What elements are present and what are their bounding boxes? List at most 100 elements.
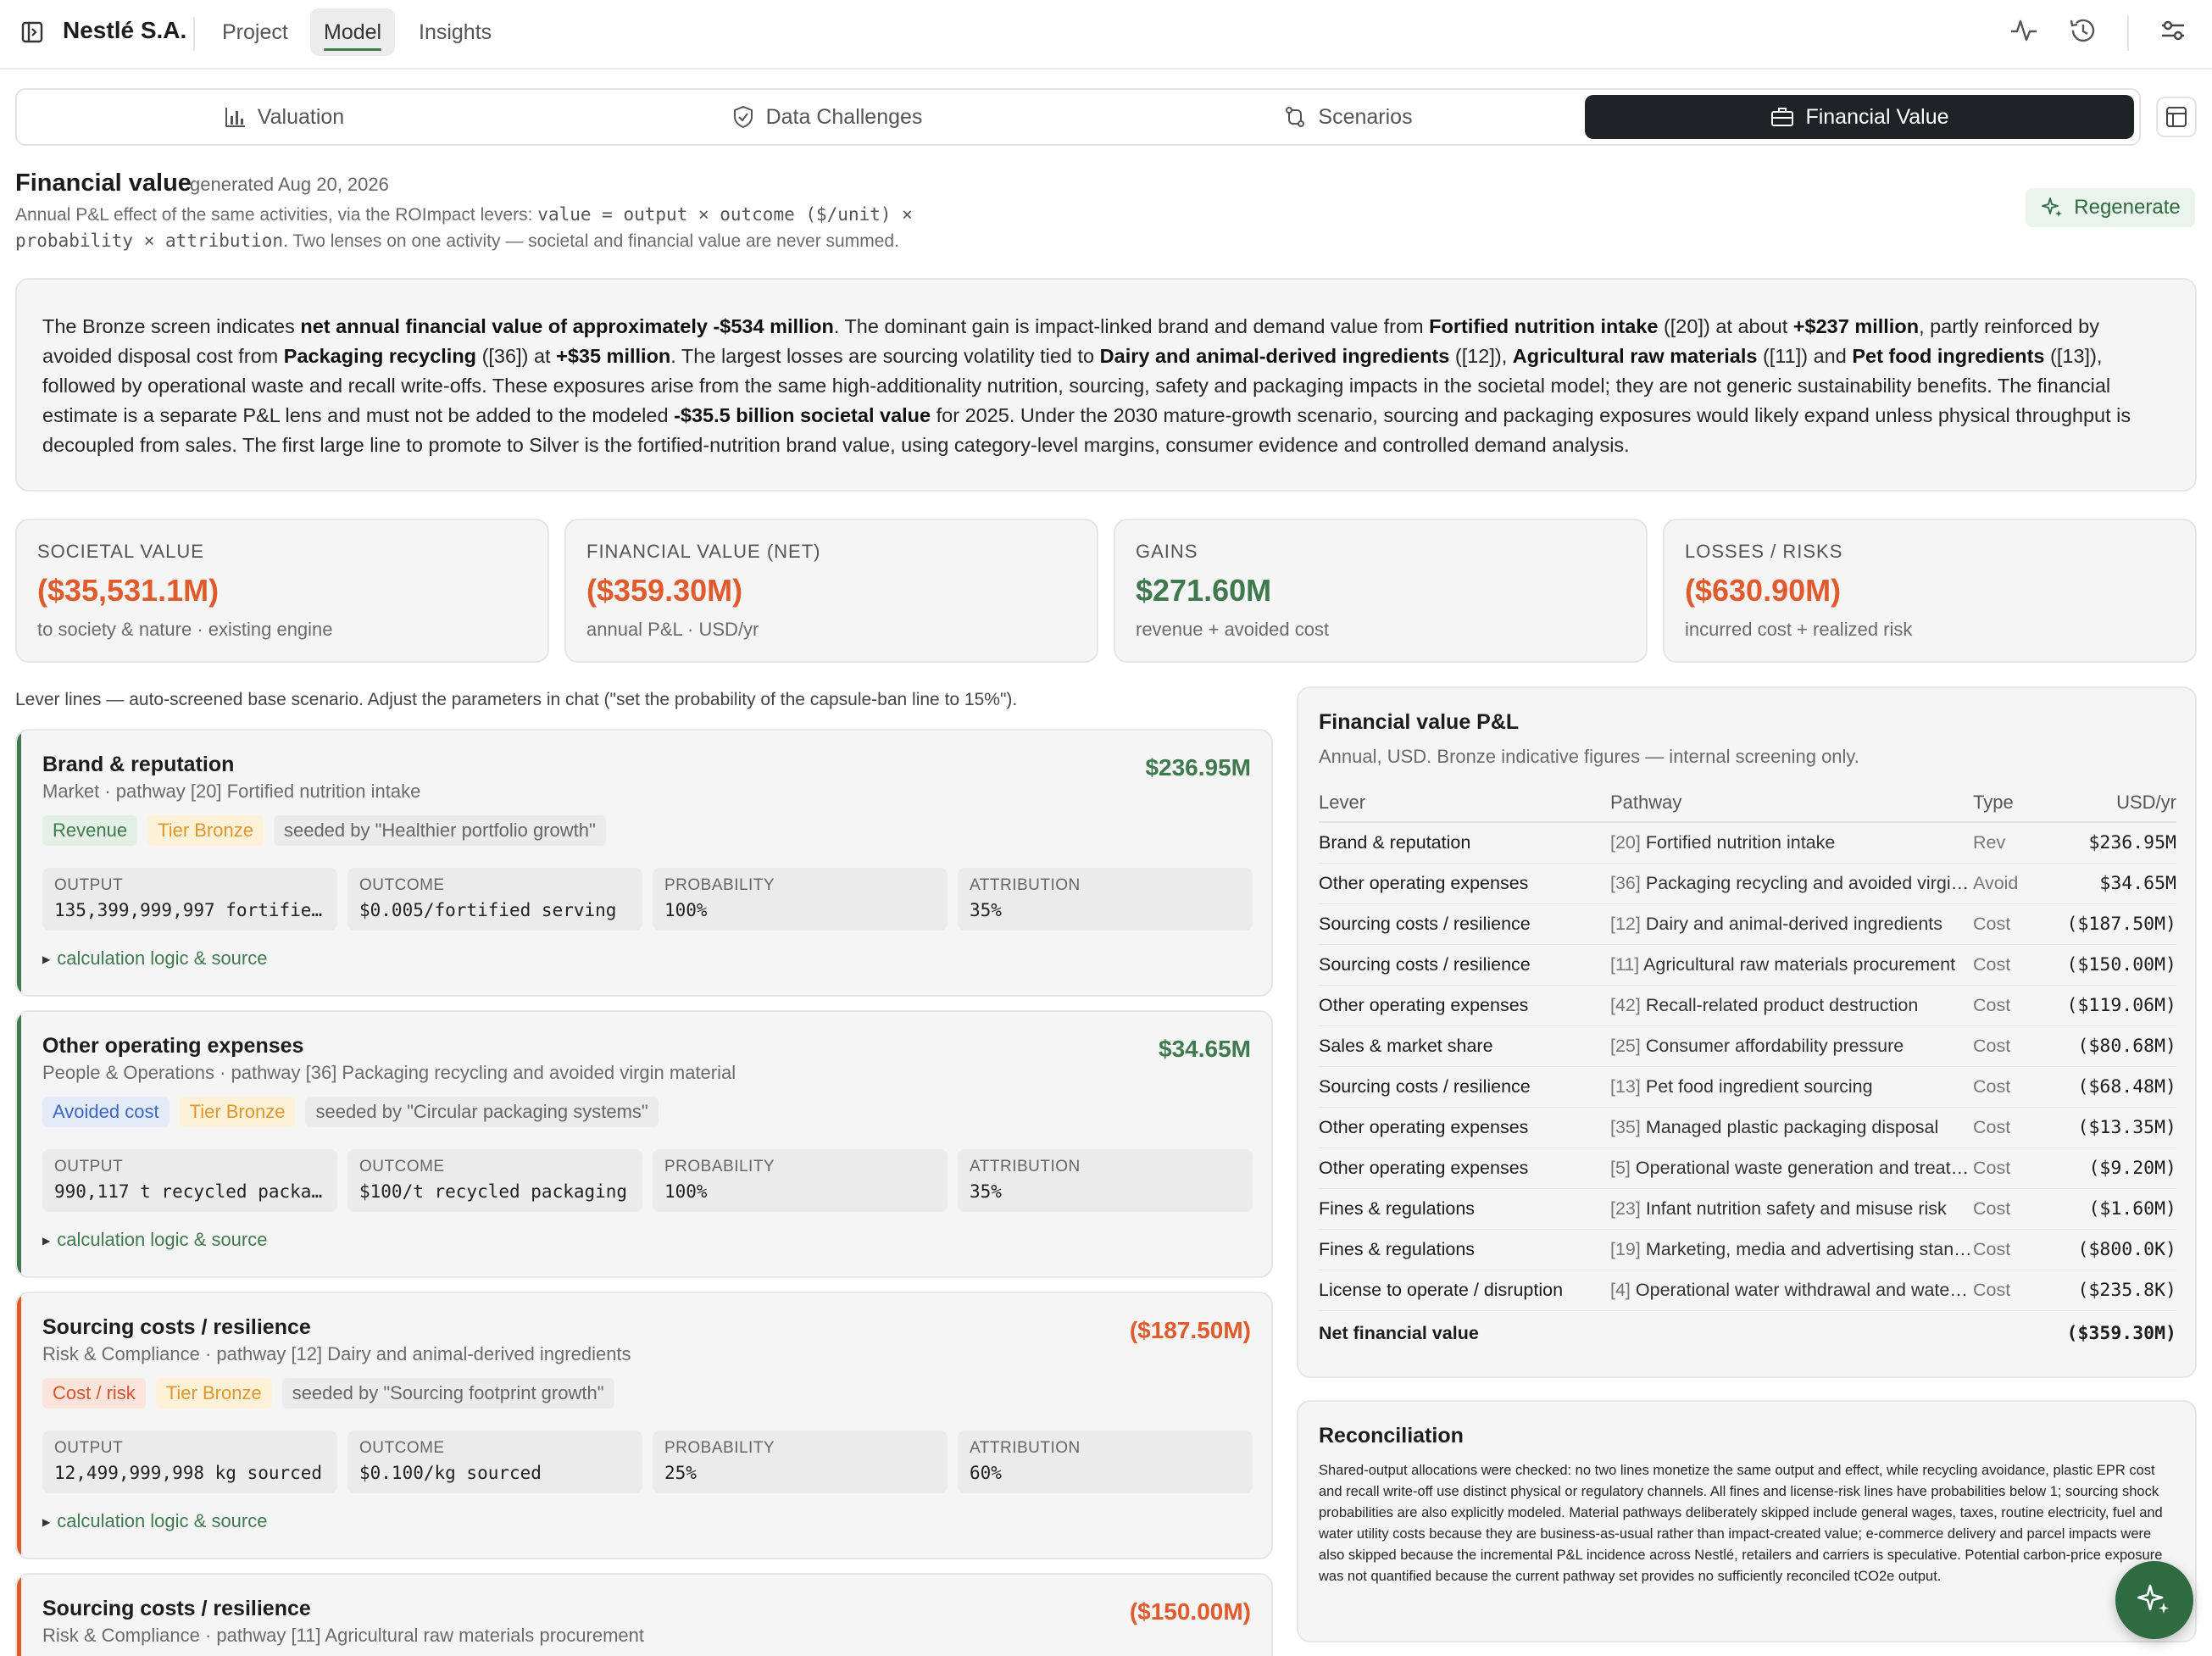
lever-title: Sourcing costs / resilience	[42, 1315, 311, 1339]
lever-note: Lever lines — auto-screened base scenari…	[15, 690, 1018, 709]
row-amount: ($235.8K)	[2066, 1270, 2176, 1311]
table-row[interactable]: Fines & regulations [19] Marketing, media…	[1319, 1229, 2176, 1270]
row-amount: ($800.0K)	[2066, 1229, 2176, 1270]
row-pathway: [13] Pet food ingredient sourcing	[1610, 1066, 1973, 1108]
param-outcome[interactable]: Outcome $0.005/fortified serving	[347, 868, 642, 931]
divider	[2127, 15, 2129, 51]
card-stripe	[17, 1293, 21, 1558]
calculation-logic-link[interactable]: ▶ calculation logic & source	[42, 947, 267, 970]
lever-card: Sourcing costs / resilience Risk & Compl…	[15, 1573, 1273, 1656]
param-attribution[interactable]: Attribution 35%	[958, 1149, 1253, 1212]
financial-pl-panel: Financial value P&L Annual, USD. Bronze …	[1297, 686, 2197, 1378]
nav-project[interactable]: Project	[208, 8, 302, 56]
param-output[interactable]: Output135,399,999,997 fortified servings	[42, 868, 337, 931]
row-type: Cost	[1973, 944, 2066, 986]
generated-date: generated Aug 20, 2026	[190, 174, 389, 195]
kpi-sub: incurred cost + realized risk	[1685, 619, 1913, 640]
kpi-label: Societal value	[37, 541, 204, 562]
desc-text: Annual P&L effect of the same activities…	[15, 205, 538, 225]
kpi-label: Financial value (net)	[586, 541, 821, 562]
table-row[interactable]: Fines & regulations [23] Infant nutrition…	[1319, 1188, 2176, 1230]
row-amount: ($150.00M)	[2066, 944, 2176, 986]
settings-sliders-icon[interactable]	[2158, 15, 2188, 46]
row-type: Cost	[1973, 1107, 2066, 1148]
calculation-logic-link[interactable]: ▶ calculation logic & source	[42, 1229, 267, 1251]
recon-title: Reconciliation	[1319, 1424, 1464, 1448]
row-pathway: [20] Fortified nutrition intake	[1610, 822, 1973, 864]
kpi-label: Losses / risks	[1685, 541, 1843, 562]
ai-assistant-button[interactable]	[2115, 1561, 2193, 1639]
tab-label: Data Challenges	[765, 104, 923, 129]
regenerate-button[interactable]: Regenerate	[2026, 188, 2195, 227]
disclosure-triangle-icon: ▶	[42, 1516, 51, 1529]
row-amount: ($13.35M)	[2066, 1107, 2176, 1148]
lever-title: Other operating expenses	[42, 1034, 304, 1058]
lever-card: Other operating expenses People & Operat…	[15, 1010, 1273, 1278]
type-chip: Cost / risk	[42, 1378, 146, 1409]
row-amount: ($9.20M)	[2066, 1148, 2176, 1189]
tab-data-challenges[interactable]: Data Challenges	[551, 95, 1102, 139]
row-pathway: [23] Infant nutrition safety and misuse …	[1610, 1188, 1973, 1230]
table-row[interactable]: Other operating expenses [42] Recall-rela…	[1319, 985, 2176, 1026]
param-attribution[interactable]: Attribution 35%	[958, 868, 1253, 931]
param-output[interactable]: Output 990,117 t recycled packaging	[42, 1149, 337, 1212]
param-outcome[interactable]: Outcome $100/t recycled packaging	[347, 1149, 642, 1212]
card-stripe	[17, 1575, 21, 1656]
row-lever: Other operating expenses	[1319, 1148, 1610, 1189]
row-type: Avoid	[1973, 863, 2066, 904]
param-outcome[interactable]: Outcome $0.100/kg sourced	[347, 1431, 642, 1493]
row-pathway: [11] Agricultural raw materials procurem…	[1610, 944, 1973, 986]
briefcase-icon	[1771, 108, 1794, 126]
lever-amount: ($150.00M)	[1129, 1598, 1251, 1625]
row-type: Cost	[1973, 985, 2066, 1026]
summary-narrative: The Bronze screen indicates net annual f…	[15, 278, 2197, 492]
lever-pathway: Risk & Compliance · pathway [11] Agricul…	[42, 1625, 644, 1646]
tab-valuation[interactable]: Valuation	[24, 95, 542, 139]
row-pathway: [25] Consumer affordability pressure	[1610, 1025, 1973, 1067]
lever-amount: $34.65M	[1159, 1036, 1251, 1062]
param-probability[interactable]: Probability 100%	[653, 868, 948, 931]
row-type: Cost	[1973, 903, 2066, 945]
table-row[interactable]: Sourcing costs / resilience [13] Pet food…	[1319, 1066, 2176, 1108]
calculation-logic-link[interactable]: ▶ calculation logic & source	[42, 1510, 267, 1532]
kpi-value: ($630.90M)	[1685, 573, 1842, 608]
kpi-value: ($359.30M)	[586, 573, 743, 608]
nav-insights[interactable]: Insights	[405, 8, 505, 56]
param-attribution[interactable]: Attribution 60%	[958, 1431, 1253, 1493]
table-row[interactable]: Other operating expenses [36] Packaging r…	[1319, 863, 2176, 904]
activity-icon[interactable]	[2009, 15, 2039, 46]
param-probability[interactable]: Probability 25%	[653, 1431, 948, 1493]
nav-model[interactable]: Model	[310, 8, 396, 56]
table-row[interactable]: Sourcing costs / resilience [11] Agricult…	[1319, 944, 2176, 986]
kpi-societal-value: Societal value ($35,531.1M) to society &…	[15, 519, 549, 663]
page-description: Annual P&L effect of the same activities…	[15, 202, 1032, 254]
column-header: USD/yr	[2066, 783, 2176, 823]
table-row[interactable]: Sourcing costs / resilience [12] Dairy an…	[1319, 903, 2176, 945]
panel-layout-button[interactable]	[2156, 97, 2197, 137]
tab-scenarios[interactable]: Scenarios	[1110, 95, 1585, 139]
lever-pathway: Market · pathway [20] Fortified nutritio…	[42, 781, 421, 802]
sparkle-icon	[2137, 1584, 2169, 1614]
row-pathway: [12] Dairy and animal-derived ingredient…	[1610, 903, 1973, 945]
sidebar-toggle-icon[interactable]	[19, 19, 46, 46]
company-name: Nestlé S.A.	[63, 17, 187, 43]
table-row[interactable]: Other operating expenses [5] Operational …	[1319, 1148, 2176, 1189]
param-output[interactable]: Output 12,499,999,998 kg sourced	[42, 1431, 337, 1493]
history-icon[interactable]	[2068, 15, 2098, 46]
row-type: Cost	[1973, 1066, 2066, 1108]
table-row[interactable]: Sales & market share [25] Consumer afford…	[1319, 1025, 2176, 1067]
kpi-sub: revenue + avoided cost	[1136, 619, 1330, 640]
kpi-financial-value: Financial value (net) ($359.30M) annual …	[564, 519, 1098, 663]
table-row[interactable]: Brand & reputation [20] Fortified nutriti…	[1319, 822, 2176, 864]
table-row[interactable]: Other operating expenses [35] Managed pla…	[1319, 1107, 2176, 1148]
tab-financial-value[interactable]: Financial Value	[1585, 95, 2134, 139]
param-probability[interactable]: Probability 100%	[653, 1149, 948, 1212]
row-pathway: [19] Marketing, media and advertising st…	[1610, 1229, 1973, 1270]
column-header: Pathway	[1610, 783, 1973, 823]
divider	[193, 17, 195, 51]
row-lever: License to operate / disruption	[1319, 1270, 1610, 1311]
row-amount: $236.95M	[2066, 822, 2176, 864]
row-lever: Fines & regulations	[1319, 1229, 1610, 1270]
table-row[interactable]: License to operate / disruption [4] Opera…	[1319, 1270, 2176, 1311]
row-pathway: [5] Operational waste generation and tre…	[1610, 1148, 1973, 1189]
